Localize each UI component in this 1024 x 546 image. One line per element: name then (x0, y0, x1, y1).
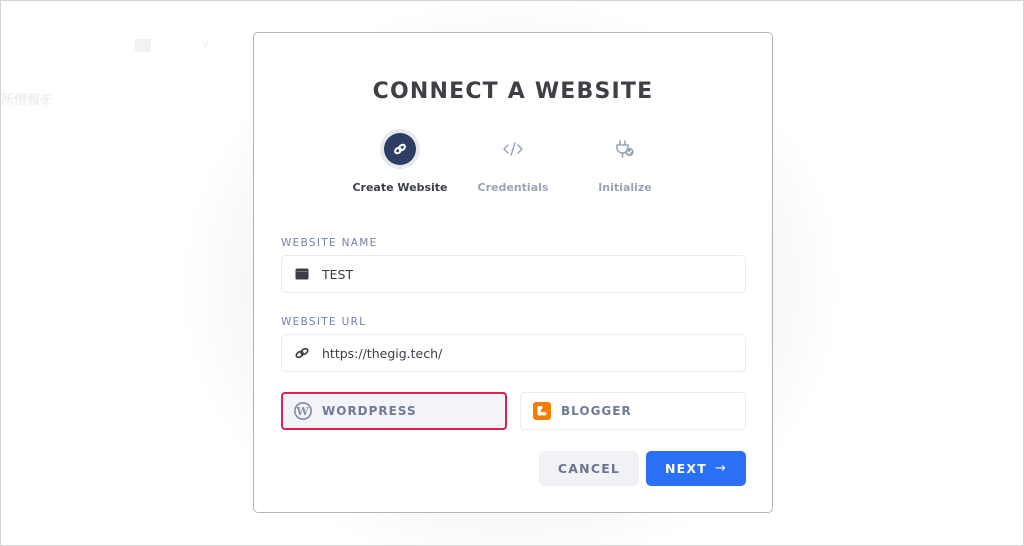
plug-check-icon (605, 129, 645, 169)
wordpress-icon: W (293, 401, 313, 421)
arrow-right-icon: → (714, 461, 728, 476)
website-name-input[interactable] (322, 266, 722, 282)
dialog-title: CONNECT A WEBSITE (372, 79, 654, 104)
step-initialize[interactable]: Initialize (565, 129, 685, 194)
next-button[interactable]: NEXT → (646, 451, 746, 486)
browser-window-icon (294, 266, 310, 282)
connect-website-dialog: CONNECT A WEBSITE Create Website Credent… (253, 32, 773, 513)
background-text: 所情報を (1, 93, 54, 108)
blogger-option[interactable]: BLOGGER (520, 392, 746, 430)
step-credentials[interactable]: Credentials (453, 129, 573, 194)
app-frame: ∨ 所情報を CONNECT A WEBSITE Create (0, 0, 1024, 546)
step-label: Credentials (477, 181, 549, 194)
svg-text:W: W (295, 405, 309, 418)
website-url-input[interactable] (322, 345, 722, 361)
wizard-steps: Create Website Credentials Initialize (254, 129, 772, 194)
wordpress-label: WORDPRESS (322, 404, 417, 418)
website-url-label: WEBSITE URL (281, 316, 367, 328)
code-icon (493, 129, 533, 169)
website-name-field[interactable] (281, 255, 746, 293)
step-label: Create Website (352, 181, 448, 194)
cancel-button[interactable]: CANCEL (539, 451, 639, 486)
blogger-label: BLOGGER (561, 404, 632, 418)
website-url-field[interactable] (281, 334, 746, 372)
step-create-website[interactable]: Create Website (340, 129, 460, 194)
wordpress-option[interactable]: W WORDPRESS (281, 392, 507, 430)
link-icon (294, 345, 310, 361)
link-icon (384, 133, 416, 165)
blogger-icon (532, 401, 552, 421)
step-label: Initialize (598, 181, 652, 194)
website-name-label: WEBSITE NAME (281, 237, 378, 249)
